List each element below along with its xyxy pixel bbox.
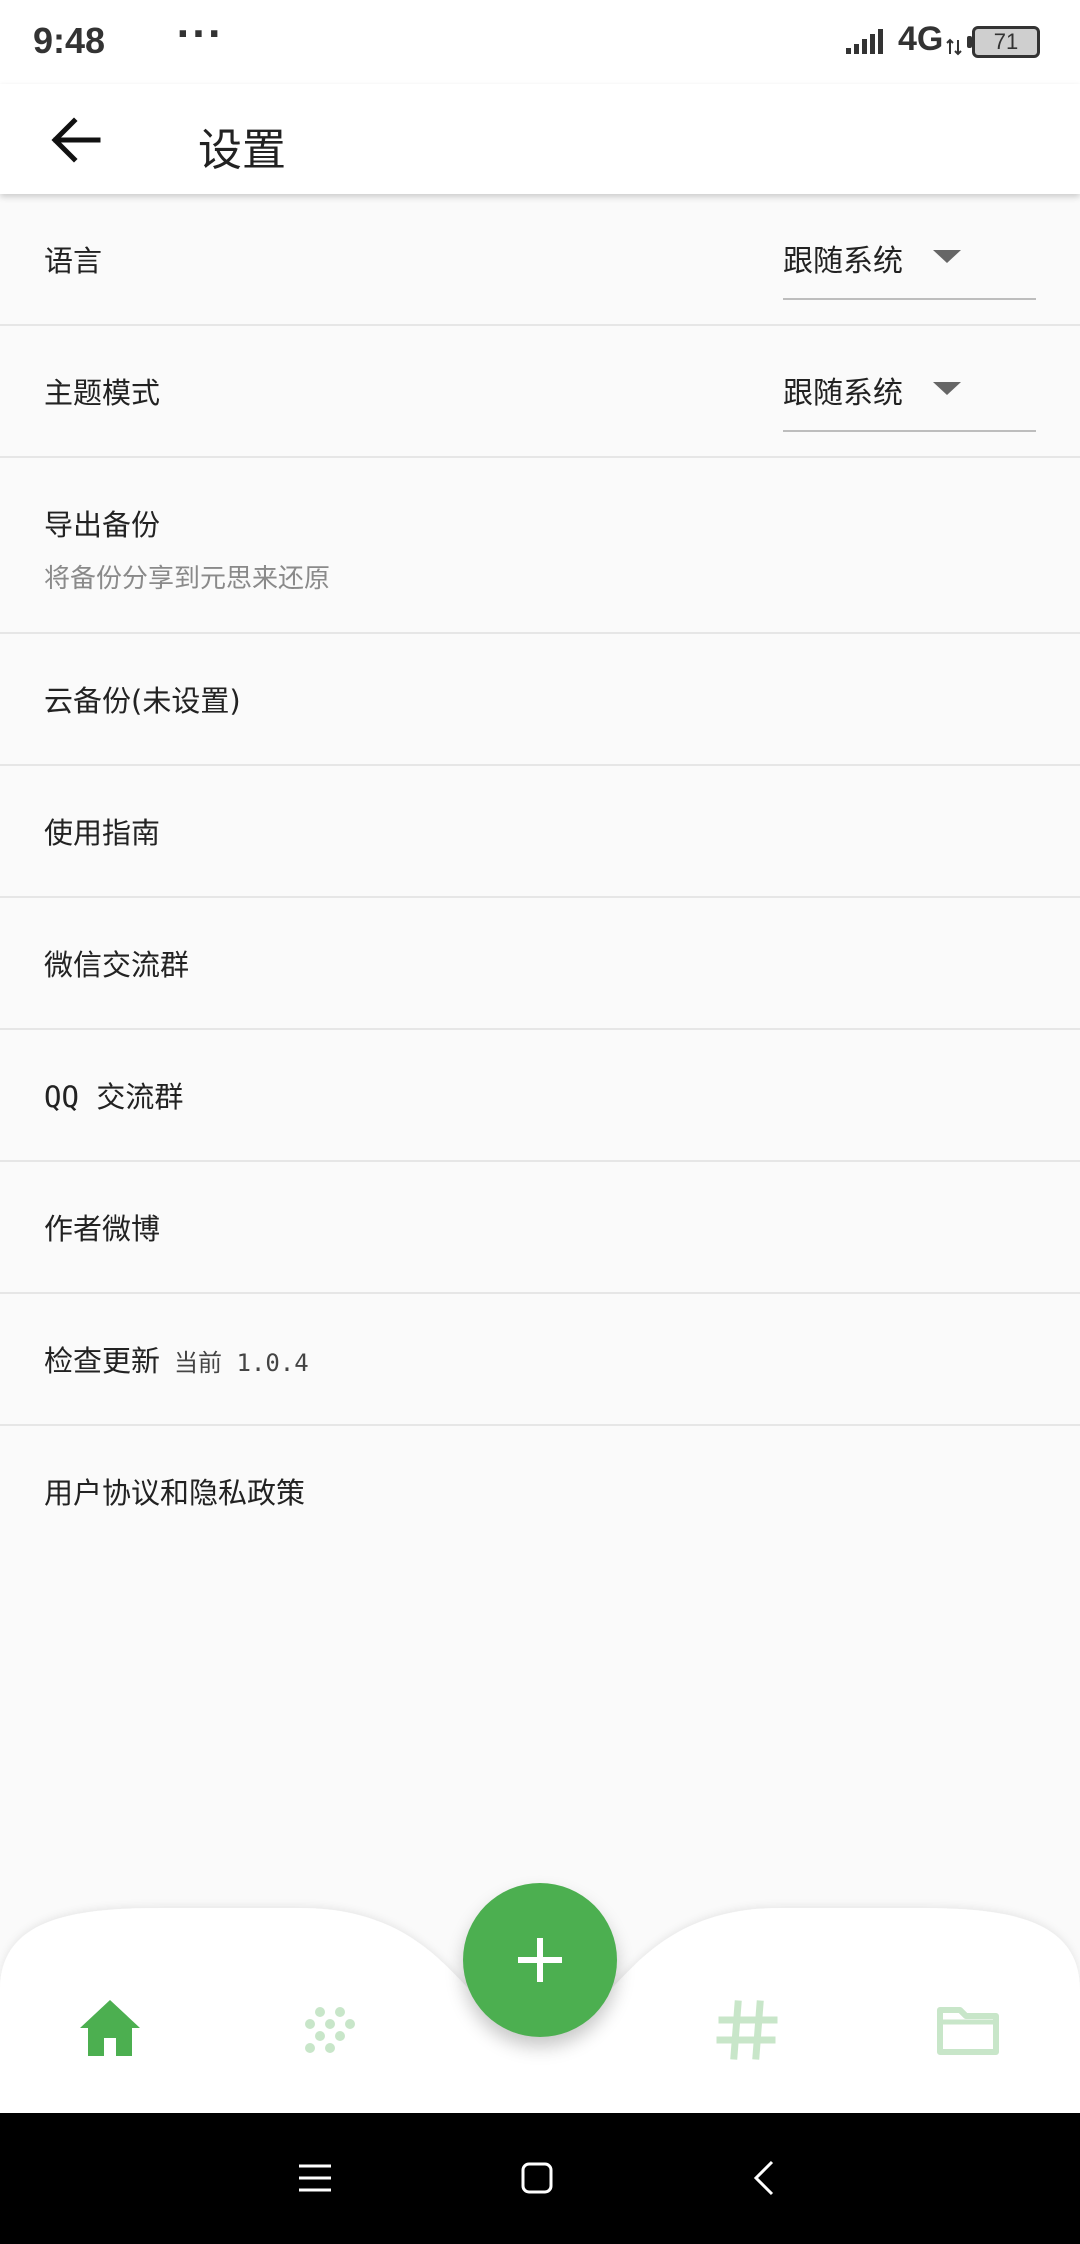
system-nav-bar bbox=[0, 2113, 1080, 2244]
signal-icon bbox=[846, 29, 883, 54]
back-button[interactable] bbox=[40, 104, 112, 176]
setting-author-weibo-label: 作者微博 bbox=[44, 1212, 161, 1246]
setting-wechat-group-label: 微信交流群 bbox=[44, 948, 190, 982]
current-version: 当前 1.0.4 bbox=[174, 1349, 309, 1377]
dots-grid-icon bbox=[305, 2007, 355, 2053]
setting-export-backup[interactable]: 导出备份 将备份分享到元思来还原 bbox=[0, 458, 1080, 634]
battery-level: 71 bbox=[993, 29, 1019, 54]
setting-language-label: 语言 bbox=[44, 244, 103, 278]
nav-folder[interactable] bbox=[928, 1990, 1008, 2070]
setting-agreement[interactable]: 用户协议和隐私政策 bbox=[0, 1426, 1080, 1558]
notification-dots: ··· bbox=[176, 14, 224, 55]
status-time: 9:48 bbox=[33, 20, 106, 61]
chevron-left-icon bbox=[753, 2160, 774, 2196]
nav-explore[interactable] bbox=[290, 1990, 370, 2070]
dropdown-arrow-icon bbox=[933, 250, 961, 263]
language-dropdown[interactable]: 跟随系统 bbox=[783, 230, 1036, 300]
system-home-button[interactable] bbox=[512, 2153, 562, 2203]
network-type: 4G bbox=[898, 20, 944, 58]
page-title: 设置 bbox=[198, 125, 286, 176]
dropdown-arrow-icon bbox=[933, 382, 961, 395]
setting-qq-group-label: QQ 交流群 bbox=[44, 1080, 184, 1114]
setting-author-weibo[interactable]: 作者微博 bbox=[0, 1162, 1080, 1294]
setting-check-update[interactable]: 检查更新 当前 1.0.4 bbox=[0, 1294, 1080, 1426]
nav-home[interactable] bbox=[70, 1990, 150, 2070]
setting-theme: 主题模式 跟随系统 bbox=[0, 326, 1080, 458]
setting-guide[interactable]: 使用指南 bbox=[0, 766, 1080, 898]
status-bar: 9:48 ··· 4G 71 bbox=[0, 0, 1080, 84]
setting-language: 语言 跟随系统 bbox=[0, 194, 1080, 326]
setting-check-update-label: 检查更新 当前 1.0.4 bbox=[44, 1338, 309, 1380]
app-bar: 设置 bbox=[0, 84, 1080, 194]
setting-guide-label: 使用指南 bbox=[44, 816, 161, 850]
setting-qq-group[interactable]: QQ 交流群 bbox=[0, 1030, 1080, 1162]
check-update-text: 检查更新 bbox=[44, 1344, 161, 1378]
hashtag-icon bbox=[716, 2000, 778, 2060]
nav-tags[interactable] bbox=[708, 1990, 788, 2070]
folder-icon bbox=[937, 2007, 999, 2055]
data-arrows-icon bbox=[946, 38, 962, 56]
square-icon bbox=[521, 2162, 553, 2194]
setting-export-backup-label: 导出备份 bbox=[44, 508, 161, 542]
system-back-button[interactable] bbox=[740, 2153, 790, 2203]
battery-icon: 71 bbox=[967, 26, 1040, 58]
theme-dropdown[interactable]: 跟随系统 bbox=[783, 362, 1036, 432]
setting-agreement-label: 用户协议和隐私政策 bbox=[44, 1476, 306, 1510]
add-button[interactable] bbox=[463, 1883, 617, 2037]
language-dropdown-value: 跟随系统 bbox=[783, 244, 903, 279]
system-menu-button[interactable] bbox=[290, 2153, 340, 2203]
setting-export-backup-subtitle: 将备份分享到元思来还原 bbox=[44, 564, 331, 594]
setting-cloud-backup[interactable]: 云备份(未设置) bbox=[0, 634, 1080, 766]
arrow-left-icon bbox=[51, 117, 101, 163]
theme-dropdown-value: 跟随系统 bbox=[783, 376, 903, 411]
setting-wechat-group[interactable]: 微信交流群 bbox=[0, 898, 1080, 1030]
setting-cloud-backup-label: 云备份(未设置) bbox=[44, 684, 241, 718]
plus-icon bbox=[518, 1938, 562, 1982]
settings-list: 语言 跟随系统 主题模式 跟随系统 导出备份 将备份分享到元思来还原 云备份(未… bbox=[0, 194, 1080, 1558]
home-icon bbox=[80, 2000, 140, 2056]
menu-icon bbox=[299, 2164, 331, 2192]
setting-theme-label: 主题模式 bbox=[44, 376, 161, 410]
